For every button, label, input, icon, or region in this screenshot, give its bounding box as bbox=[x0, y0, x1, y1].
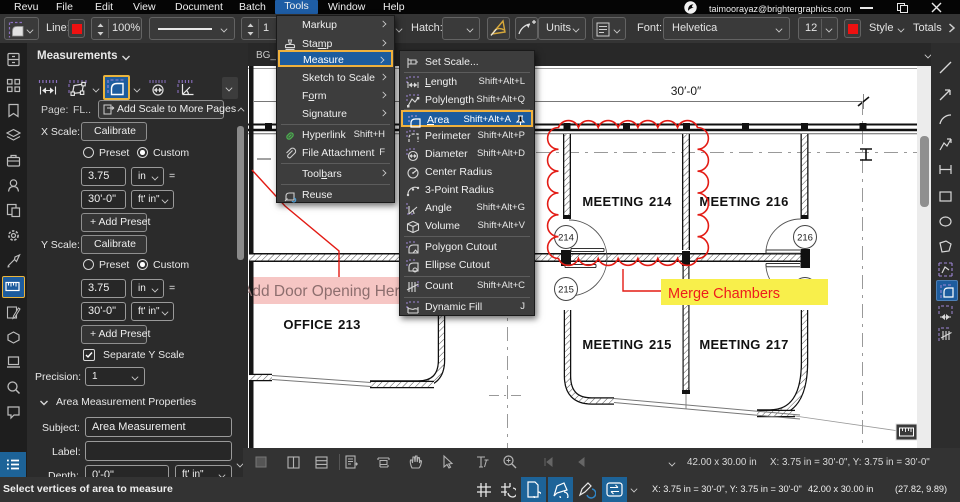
svg-text:Add Door Opening Here: Add Door Opening Here bbox=[248, 283, 408, 300]
svg-text:30′-0″: 30′-0″ bbox=[671, 84, 702, 98]
svg-text:MEETING 214: MEETING 214 bbox=[582, 194, 672, 209]
svg-text:MEETING 217: MEETING 217 bbox=[699, 337, 788, 352]
svg-text:MEETING 215: MEETING 215 bbox=[582, 337, 671, 352]
svg-text:MEETING 216: MEETING 216 bbox=[699, 194, 788, 209]
svg-text:OFFICE 213: OFFICE 213 bbox=[283, 317, 360, 332]
svg-text:Merge Chambers: Merge Chambers bbox=[668, 286, 780, 302]
svg-text:216: 216 bbox=[797, 233, 813, 244]
svg-text:215: 215 bbox=[558, 285, 574, 296]
svg-text:214: 214 bbox=[558, 233, 574, 244]
